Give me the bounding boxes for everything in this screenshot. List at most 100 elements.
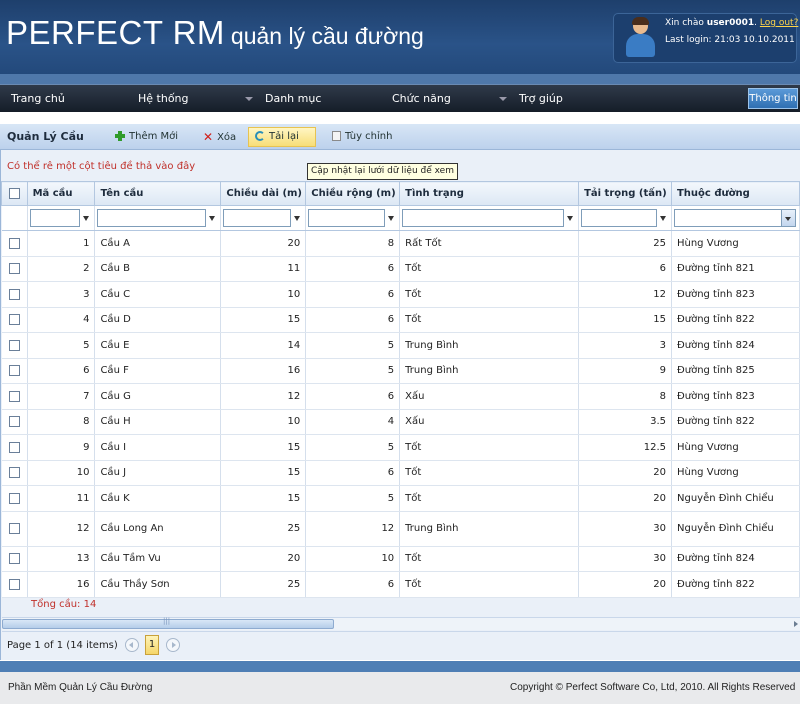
row-select-cell[interactable] [1, 571, 28, 598]
col-header-road[interactable]: Thuộc đường [670, 181, 800, 206]
table-row[interactable]: 13 Cầu Tầm Vu 20 10 Tốt 30 Đường tỉnh 824 [1, 546, 800, 572]
cell-status: Trung Bình [399, 511, 580, 547]
filter-icon[interactable] [660, 215, 667, 221]
prev-page-icon[interactable] [125, 638, 139, 652]
row-select-cell[interactable] [1, 256, 28, 282]
row-checkbox[interactable] [8, 339, 20, 351]
cell-road: Đường tỉnh 822 [671, 307, 800, 333]
filter-input-width[interactable] [308, 209, 386, 227]
cell-width: 6 [305, 307, 401, 333]
table-row[interactable]: 1 Cầu A 20 8 Rất Tốt 25 Hùng Vương [1, 230, 800, 257]
delete-x-icon: ✕ [203, 130, 214, 144]
col-header-width[interactable]: Chiều rộng (m) [305, 181, 401, 206]
chevron-down-icon[interactable] [245, 97, 253, 101]
nav-item-system[interactable]: Hệ thống [138, 85, 189, 113]
nav-item-home[interactable]: Trang chủ [11, 85, 65, 113]
info-button[interactable]: Thông tin [748, 88, 798, 109]
select-all-checkbox[interactable] [8, 187, 20, 199]
nav-item-functions[interactable]: Chức năng [392, 85, 451, 113]
row-select-cell[interactable] [1, 332, 28, 359]
page-number-button[interactable]: 1 [145, 635, 159, 655]
filter-icon[interactable] [209, 215, 216, 221]
row-checkbox[interactable] [8, 263, 20, 274]
cell-width: 5 [305, 485, 401, 512]
table-row[interactable]: 11 Cầu K 15 5 Tốt 20 Nguyễn Đình Chiểu [1, 485, 800, 512]
add-button[interactable]: Thêm Mới [108, 127, 182, 147]
table-row[interactable]: 5 Cầu E 14 5 Trung Bình 3 Đường tỉnh 824 [1, 332, 800, 359]
row-checkbox[interactable] [8, 365, 20, 376]
col-header-load[interactable]: Tải trọng (tấn) [578, 181, 672, 206]
logout-link[interactable]: Log out? [760, 18, 798, 28]
select-all-header[interactable] [1, 181, 28, 206]
cell-length: 15 [220, 307, 307, 333]
cell-length: 11 [220, 256, 307, 282]
filter-icon[interactable] [388, 215, 395, 221]
row-select-cell[interactable] [1, 230, 28, 257]
row-select-cell[interactable] [1, 434, 28, 461]
table-row[interactable]: 3 Cầu C 10 6 Tốt 12 Đường tỉnh 823 [1, 281, 800, 308]
cell-length: 12 [220, 383, 307, 410]
filter-icon[interactable] [567, 215, 574, 221]
col-header-code[interactable]: Mã cầu [26, 181, 96, 206]
cell-length: 10 [220, 281, 307, 308]
row-select-cell[interactable] [1, 307, 28, 333]
table-row[interactable]: 16 Cầu Thầy Sơn 25 6 Tốt 20 Đường tỉnh 822 [1, 571, 800, 598]
row-checkbox[interactable] [8, 416, 20, 427]
chevron-down-icon[interactable] [499, 97, 507, 101]
cell-length: 25 [220, 571, 307, 598]
filter-input-name[interactable] [97, 209, 207, 227]
filter-select-road[interactable] [673, 209, 782, 227]
row-select-cell[interactable] [1, 511, 28, 547]
table-row[interactable]: 6 Cầu F 16 5 Trung Bình 9 Đường tỉnh 825 [1, 358, 800, 384]
row-checkbox[interactable] [8, 441, 20, 453]
nav-item-help[interactable]: Trợ giúp [519, 85, 563, 113]
table-row[interactable]: 2 Cầu B 11 6 Tốt 6 Đường tỉnh 821 [1, 256, 800, 282]
scroll-right-arrow-icon[interactable] [794, 621, 798, 627]
row-select-cell[interactable] [1, 409, 28, 435]
cell-code: 1 [27, 230, 96, 257]
row-checkbox[interactable] [8, 522, 20, 534]
row-checkbox[interactable] [8, 237, 20, 249]
table-row[interactable]: 12 Cầu Long An 25 12 Trung Bình 30 Nguyễn Đình… [1, 511, 800, 547]
cell-load: 20 [578, 571, 672, 598]
row-checkbox[interactable] [8, 492, 20, 504]
row-checkbox[interactable] [8, 553, 20, 564]
row-select-cell[interactable] [1, 546, 28, 572]
chevron-down-icon[interactable] [781, 209, 796, 227]
filter-input-length[interactable] [223, 209, 292, 227]
horizontal-scrollbar[interactable] [2, 617, 800, 630]
row-checkbox[interactable] [8, 390, 20, 402]
table-row[interactable]: 10 Cầu J 15 6 Tốt 20 Hùng Vương [1, 460, 800, 486]
cell-road: Đường tỉnh 823 [671, 383, 800, 410]
filter-input-status[interactable] [402, 209, 565, 227]
scrollbar-thumb[interactable] [2, 617, 334, 629]
filter-input-load[interactable] [581, 209, 658, 227]
row-select-cell[interactable] [1, 460, 28, 486]
cell-length: 15 [220, 460, 307, 486]
row-checkbox[interactable] [8, 288, 20, 300]
row-select-cell[interactable] [1, 485, 28, 512]
table-row[interactable]: 9 Cầu I 15 5 Tốt 12.5 Hùng Vương [1, 434, 800, 461]
row-checkbox[interactable] [8, 467, 20, 478]
filter-input-code[interactable] [29, 209, 80, 227]
reload-button[interactable]: Tải lại [248, 127, 316, 147]
cell-length: 14 [220, 332, 307, 359]
col-header-name[interactable]: Tên cầu [94, 181, 222, 206]
filter-icon[interactable] [294, 215, 301, 221]
table-row[interactable]: 4 Cầu D 15 6 Tốt 15 Đường tỉnh 822 [1, 307, 800, 333]
row-checkbox[interactable] [8, 578, 20, 590]
cell-code: 2 [27, 256, 96, 282]
customize-button[interactable]: Tùy chỉnh [325, 127, 397, 147]
filter-icon[interactable] [82, 215, 89, 221]
nav-item-catalog[interactable]: Danh mục [265, 85, 321, 113]
delete-button[interactable]: ✕ Xóa [196, 127, 240, 147]
row-select-cell[interactable] [1, 281, 28, 308]
col-header-status[interactable]: Tình trạng [399, 181, 580, 206]
table-row[interactable]: 8 Cầu H 10 4 Xấu 3.5 Đường tỉnh 822 [1, 409, 800, 435]
row-checkbox[interactable] [8, 314, 20, 325]
row-select-cell[interactable] [1, 383, 28, 410]
next-page-icon[interactable] [166, 638, 180, 652]
table-row[interactable]: 7 Cầu G 12 6 Xấu 8 Đường tỉnh 823 [1, 383, 800, 410]
col-header-length[interactable]: Chiều dài (m) [220, 181, 307, 206]
row-select-cell[interactable] [1, 358, 28, 384]
